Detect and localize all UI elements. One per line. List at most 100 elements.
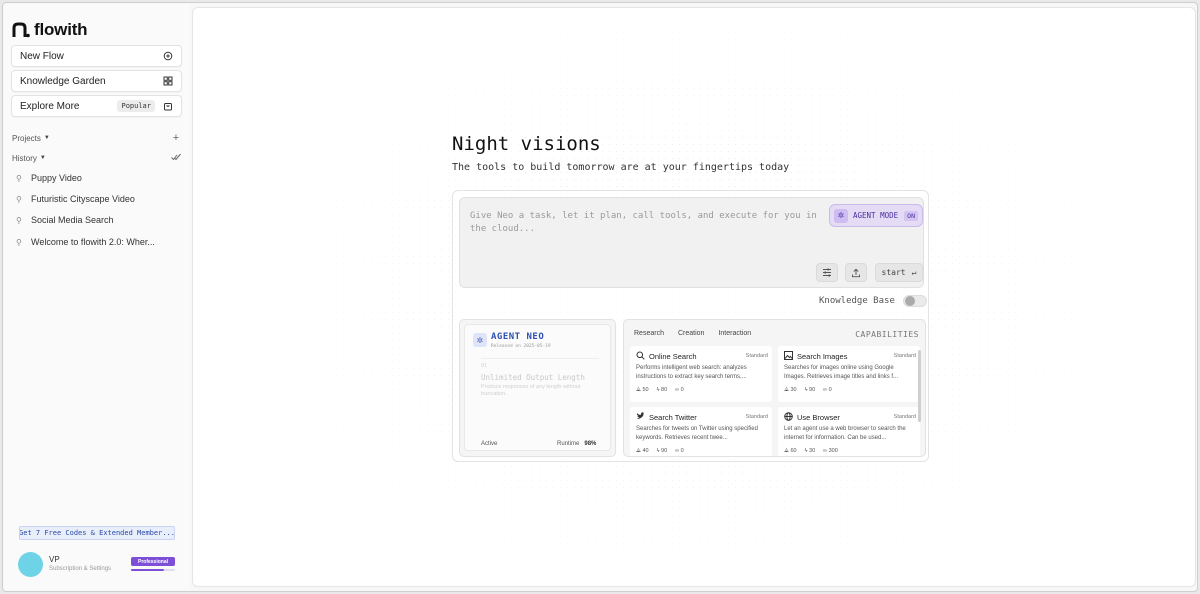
capability-tier: Standard (893, 414, 916, 420)
bolt-icon: ϟ (656, 387, 660, 393)
capability-card-use-browser[interactable]: Use Browser Standard Let an agent use a … (778, 407, 920, 456)
bolt-icon: ϟ (804, 448, 808, 454)
flow-icon: ⚲ (16, 194, 22, 204)
history-item-label: Social Media Search (31, 215, 114, 225)
metric-1: 40 (642, 448, 649, 454)
page-subtitle: The tools to build tomorrow are at your … (452, 162, 790, 173)
capability-title: Online Search (649, 352, 697, 361)
metric-1: 60 (790, 448, 797, 454)
capability-tier: Standard (745, 414, 768, 420)
knowledge-garden-label: Knowledge Garden (20, 75, 106, 87)
start-label: start (881, 268, 906, 277)
speed-icon: ⟁ (784, 448, 789, 454)
speed-icon: ⟁ (784, 387, 789, 393)
bag-icon (163, 101, 173, 111)
knowledge-base-row: Knowledge Base (819, 295, 927, 307)
agent-icon: ✲ (834, 208, 848, 223)
feature-title: Unlimited Output Length (481, 373, 585, 382)
capability-title: Search Twitter (649, 412, 697, 422)
metric-2: 30 (809, 448, 816, 454)
capability-tabs: Research Creation Interaction (634, 330, 751, 337)
history-item-label: Puppy Video (31, 173, 82, 183)
speed-icon: ⟁ (636, 448, 641, 454)
settings-sliders-button[interactable] (816, 263, 838, 282)
new-flow-label: New Flow (20, 50, 64, 62)
new-flow-button[interactable]: New Flow (11, 45, 182, 67)
switch-knob (904, 296, 915, 306)
sliders-icon (823, 268, 831, 277)
capability-card-search-images[interactable]: Search Images Standard Searches for imag… (778, 346, 920, 402)
flow-icon: ⚲ (16, 215, 22, 225)
history-item[interactable]: ⚲ Social Media Search (16, 212, 176, 228)
task-input-box[interactable]: Give Neo a task, let it plan, call tools… (459, 197, 924, 288)
upload-button[interactable] (845, 263, 867, 282)
divider (481, 358, 599, 359)
capability-description: Performs intelligent web search: analyze… (636, 365, 747, 380)
upload-icon (852, 268, 860, 277)
task-input-placeholder[interactable]: Give Neo a task, let it plan, call tools… (470, 210, 820, 236)
bolt-icon: ϟ (656, 448, 660, 454)
capability-description: Searches for images online using Google … (784, 365, 899, 380)
link-icon: ∞ (823, 387, 828, 393)
plan-progress-bar (131, 569, 175, 571)
history-item[interactable]: ⚲ Welcome to flowith 2.0: Wher... (16, 234, 176, 250)
tab-interaction[interactable]: Interaction (718, 330, 751, 337)
history-item-label: Welcome to flowith 2.0: Wher... (31, 237, 155, 247)
flow-icon: ⚲ (16, 173, 22, 183)
tab-research[interactable]: Research (634, 330, 664, 337)
composer-panel: Give Neo a task, let it plan, call tools… (452, 190, 929, 462)
knowledge-base-switch[interactable] (902, 295, 927, 307)
plan-progress-fill (131, 569, 164, 571)
agent-card[interactable]: ✲ AGENT NEO Released on 2025-05-19 01 Un… (459, 319, 616, 457)
user-name: VP (49, 555, 60, 564)
search-icon (636, 351, 645, 362)
runtime-value: 98% (584, 441, 597, 447)
metric-2: 80 (661, 387, 668, 393)
history-item[interactable]: ⚲ Puppy Video (16, 170, 176, 186)
twitter-icon (636, 412, 645, 422)
logo[interactable]: flowith (12, 18, 88, 42)
capability-tier: Standard (893, 353, 916, 359)
avatar (18, 552, 43, 577)
runtime-label: Runtime (557, 441, 580, 447)
agent-neo-icon: ✲ (473, 333, 487, 347)
capability-description: Searches for tweets on Twitter using spe… (636, 426, 758, 441)
popular-badge: Popular (117, 100, 155, 112)
history-section[interactable]: History ▼ (12, 151, 182, 165)
history-item[interactable]: ⚲ Futuristic Cityscape Video (16, 191, 176, 207)
add-project-icon[interactable]: + (170, 132, 182, 144)
main-canvas: Night visions The tools to build tomorro… (192, 7, 1196, 587)
agent-runtime: Runtime 98% (557, 441, 596, 447)
sidebar: flowith New Flow Knowledge Garden Explor… (4, 4, 190, 590)
knowledge-base-label: Knowledge Base (819, 296, 895, 306)
agent-release-date: Released on 2025-05-19 (491, 344, 551, 349)
grid-icon (163, 76, 173, 86)
capability-metrics: ⟁ 40 ϟ 90 ∞ 0 (636, 448, 684, 455)
metric-3: 0 (680, 387, 684, 393)
capability-card-online-search[interactable]: Online Search Standard Performs intellig… (630, 346, 772, 402)
link-icon: ∞ (823, 448, 828, 454)
caret-down-icon: ▼ (39, 155, 46, 161)
capability-card-search-twitter[interactable]: Search Twitter Standard Searches for twe… (630, 407, 772, 456)
check-all-icon[interactable] (170, 152, 182, 164)
capabilities-heading: CAPABILITIES (855, 330, 919, 339)
flow-icon: ⚲ (16, 237, 22, 247)
capabilities-scrollbar[interactable] (918, 350, 921, 422)
start-button[interactable]: start ↵ (875, 263, 923, 282)
agent-mode-state: ON (904, 210, 918, 221)
projects-section[interactable]: Projects ▼ + (12, 131, 182, 145)
tab-creation[interactable]: Creation (678, 330, 704, 337)
history-label: History (12, 153, 37, 163)
capability-metrics: ⟁ 30 ϟ 90 ∞ 0 (784, 387, 832, 394)
knowledge-garden-button[interactable]: Knowledge Garden (11, 70, 182, 92)
metric-1: 30 (790, 387, 797, 393)
promo-banner[interactable]: Get 7 Free Codes & Extended Member... (19, 526, 175, 540)
agent-mode-toggle[interactable]: ✲ AGENT MODE ON (829, 204, 923, 227)
user-profile[interactable]: VP Subscription & Settings Professional (18, 552, 178, 577)
feature-description: Produce responses of any length without … (481, 384, 581, 397)
user-subtitle: Subscription & Settings (49, 566, 112, 572)
agent-name: AGENT NEO (491, 332, 545, 342)
speed-icon: ⟁ (636, 387, 641, 393)
chat-plus-icon (163, 51, 173, 61)
explore-more-button[interactable]: Explore More Popular (11, 95, 182, 117)
